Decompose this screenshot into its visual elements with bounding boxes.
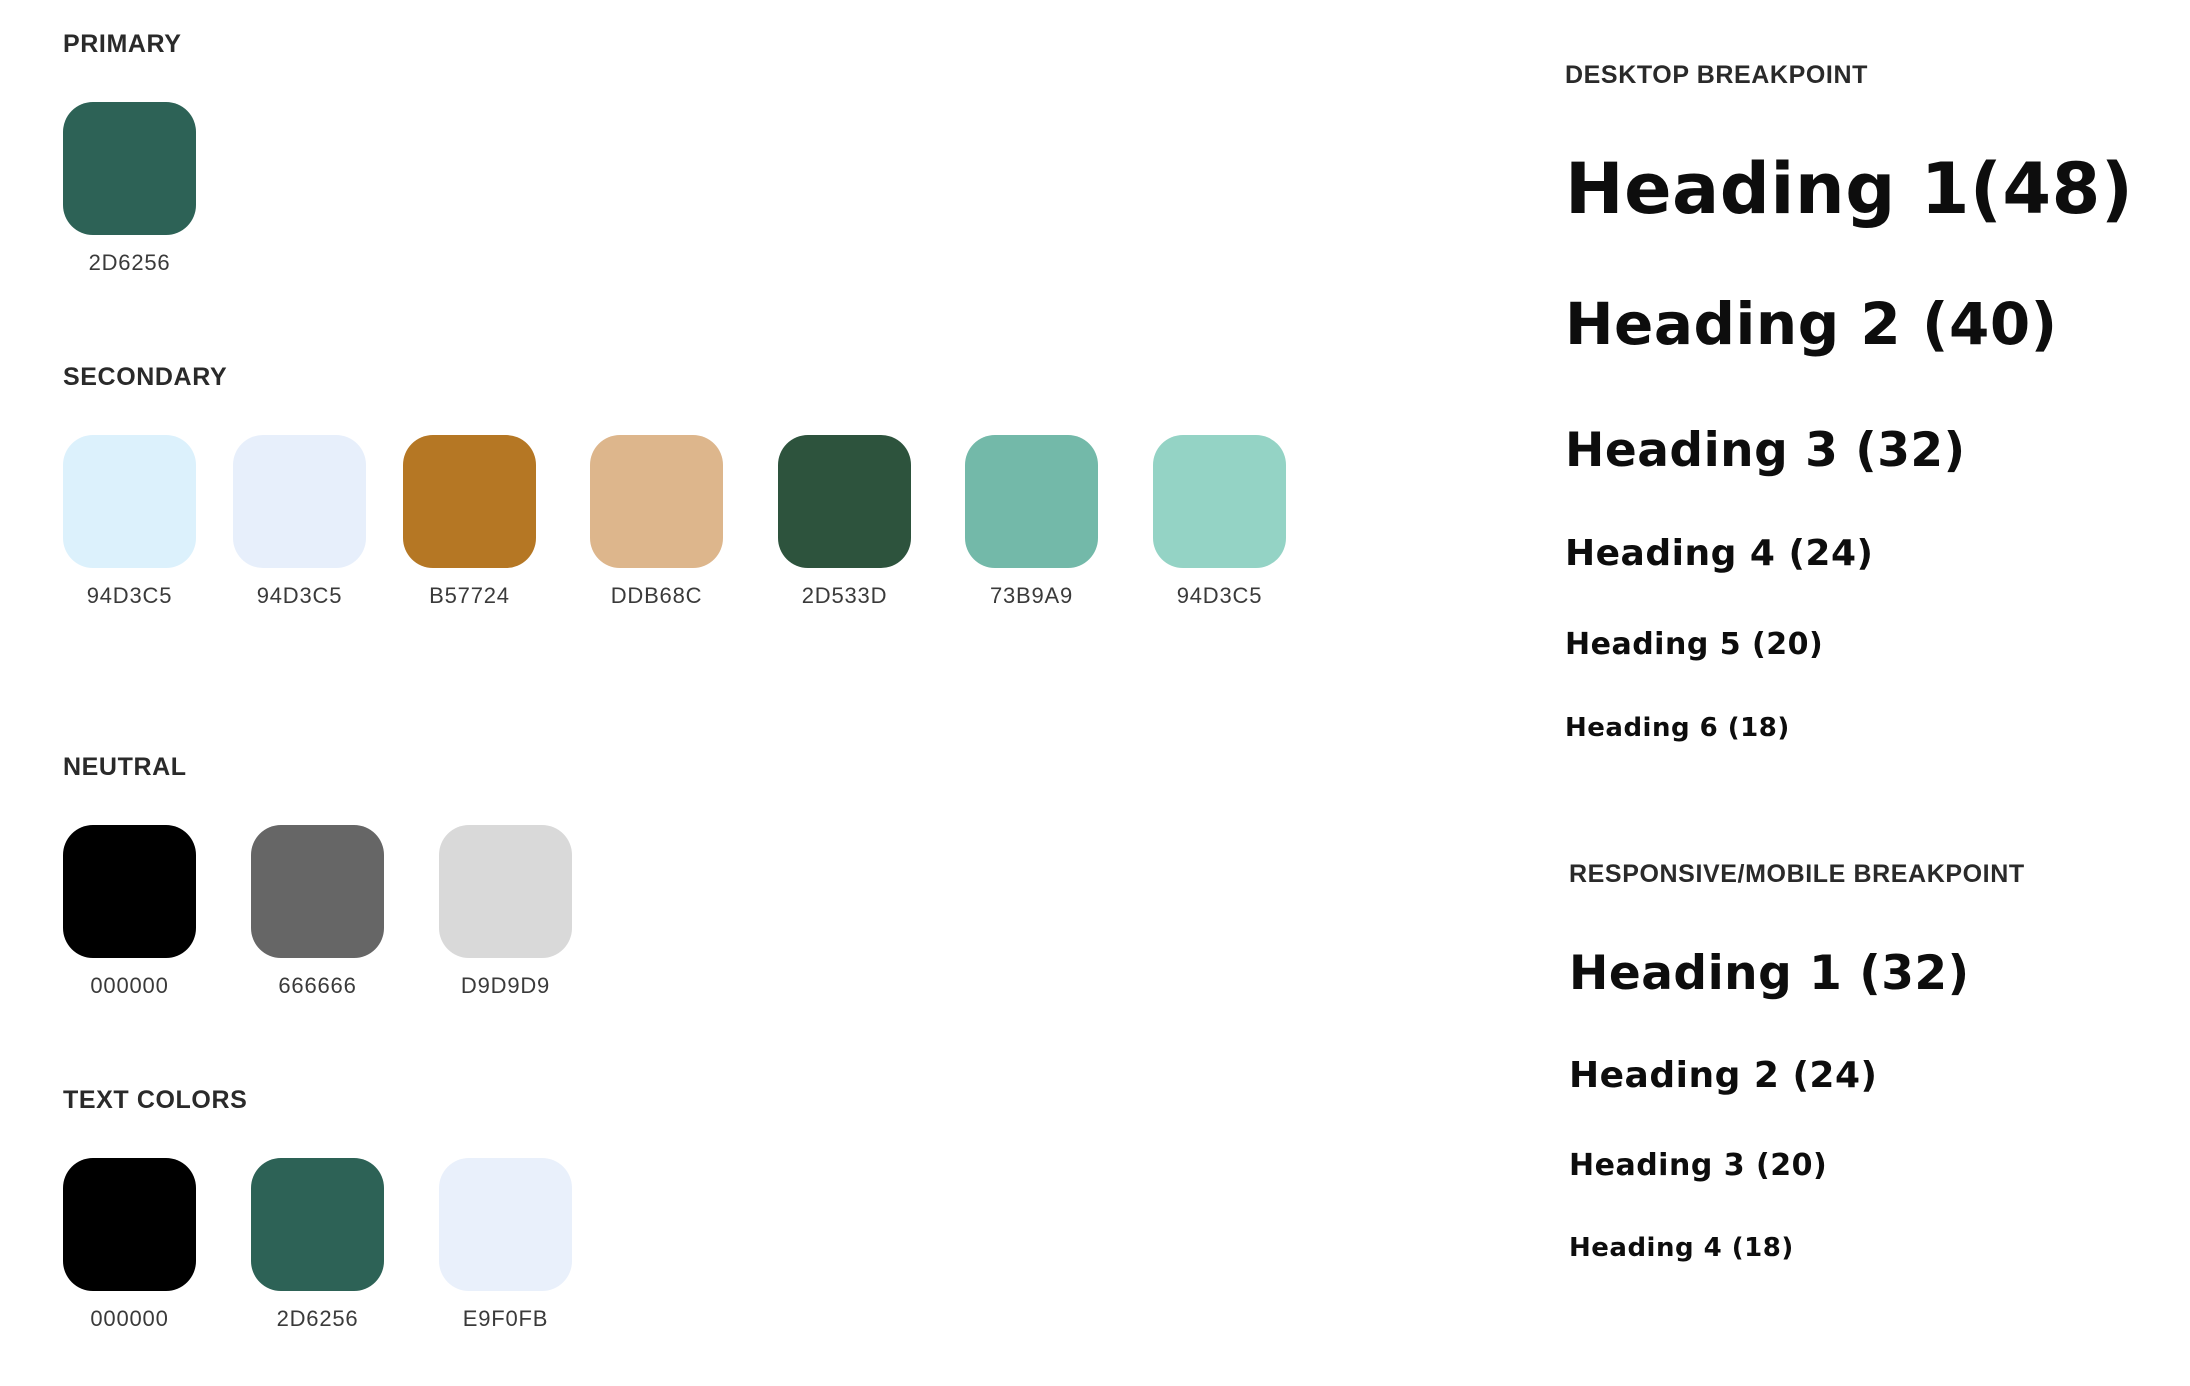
swatch-item[interactable]: 94D3C5 — [1153, 435, 1286, 609]
swatch-item[interactable]: 94D3C5 — [63, 435, 196, 609]
color-chip[interactable] — [251, 1158, 384, 1291]
color-code: DDB68C — [610, 583, 703, 608]
swatch-item[interactable]: 2D6256 — [63, 102, 196, 276]
color-chip[interactable] — [63, 825, 196, 958]
mobile-heading-3: Heading 3 (20) — [1569, 1148, 1828, 1183]
color-chip[interactable] — [233, 435, 366, 568]
color-chip[interactable] — [439, 1158, 572, 1291]
swatch-item[interactable]: D9D9D9 — [439, 825, 572, 999]
mobile-heading-4: Heading 4 (18) — [1569, 1233, 1794, 1263]
color-code: 666666 — [278, 973, 357, 998]
desktop-heading-6: Heading 6 (18) — [1565, 713, 1790, 743]
mobile-breakpoint-title: RESPONSIVE/MOBILE BREAKPOINT — [1569, 860, 2025, 888]
color-code: 2D533D — [801, 583, 888, 608]
color-chip[interactable] — [63, 102, 196, 235]
swatch-item[interactable]: 94D3C5 — [233, 435, 366, 609]
color-chip[interactable] — [965, 435, 1098, 568]
desktop-heading-5: Heading 5 (20) — [1565, 627, 1824, 662]
color-code: 73B9A9 — [989, 583, 1074, 608]
neutral-title: NEUTRAL — [63, 753, 187, 781]
mobile-heading-2: Heading 2 (24) — [1569, 1055, 1878, 1096]
secondary-title: SECONDARY — [63, 363, 228, 391]
color-chip[interactable] — [1153, 435, 1286, 568]
swatch-item[interactable]: DDB68C — [590, 435, 723, 609]
swatch-item[interactable]: 000000 — [63, 1158, 196, 1332]
swatch-item[interactable]: 2D6256 — [251, 1158, 384, 1332]
desktop-heading-3: Heading 3 (32) — [1565, 423, 1966, 478]
color-code: D9D9D9 — [460, 973, 551, 998]
swatch-item[interactable]: B57724 — [403, 435, 536, 609]
color-chip[interactable] — [403, 435, 536, 568]
color-code: 000000 — [90, 1306, 169, 1331]
swatch-item[interactable]: 666666 — [251, 825, 384, 999]
color-code: 000000 — [90, 973, 169, 998]
primary-title: PRIMARY — [63, 30, 182, 58]
color-code: E9F0FB — [462, 1306, 549, 1331]
color-code: 94D3C5 — [86, 583, 173, 608]
color-code: 94D3C5 — [1176, 583, 1263, 608]
swatch-item[interactable]: 2D533D — [778, 435, 911, 609]
desktop-heading-4: Heading 4 (24) — [1565, 533, 1874, 574]
desktop-breakpoint-title: DESKTOP BREAKPOINT — [1565, 61, 1868, 89]
swatch-item[interactable]: E9F0FB — [439, 1158, 572, 1332]
color-chip[interactable] — [63, 435, 196, 568]
color-chip[interactable] — [63, 1158, 196, 1291]
text-colors-title: TEXT COLORS — [63, 1086, 248, 1114]
color-code: B57724 — [429, 583, 510, 608]
desktop-heading-2: Heading 2 (40) — [1565, 290, 2058, 358]
desktop-heading-1: Heading 1(48) — [1565, 148, 2134, 230]
color-chip[interactable] — [251, 825, 384, 958]
mobile-heading-1: Heading 1 (32) — [1569, 946, 1970, 1001]
swatch-item[interactable]: 73B9A9 — [965, 435, 1098, 609]
color-code: 94D3C5 — [256, 583, 343, 608]
swatch-item[interactable]: 000000 — [63, 825, 196, 999]
color-code: 2D6256 — [276, 1306, 359, 1331]
color-code: 2D6256 — [88, 250, 171, 275]
color-chip[interactable] — [439, 825, 572, 958]
color-chip[interactable] — [778, 435, 911, 568]
color-chip[interactable] — [590, 435, 723, 568]
